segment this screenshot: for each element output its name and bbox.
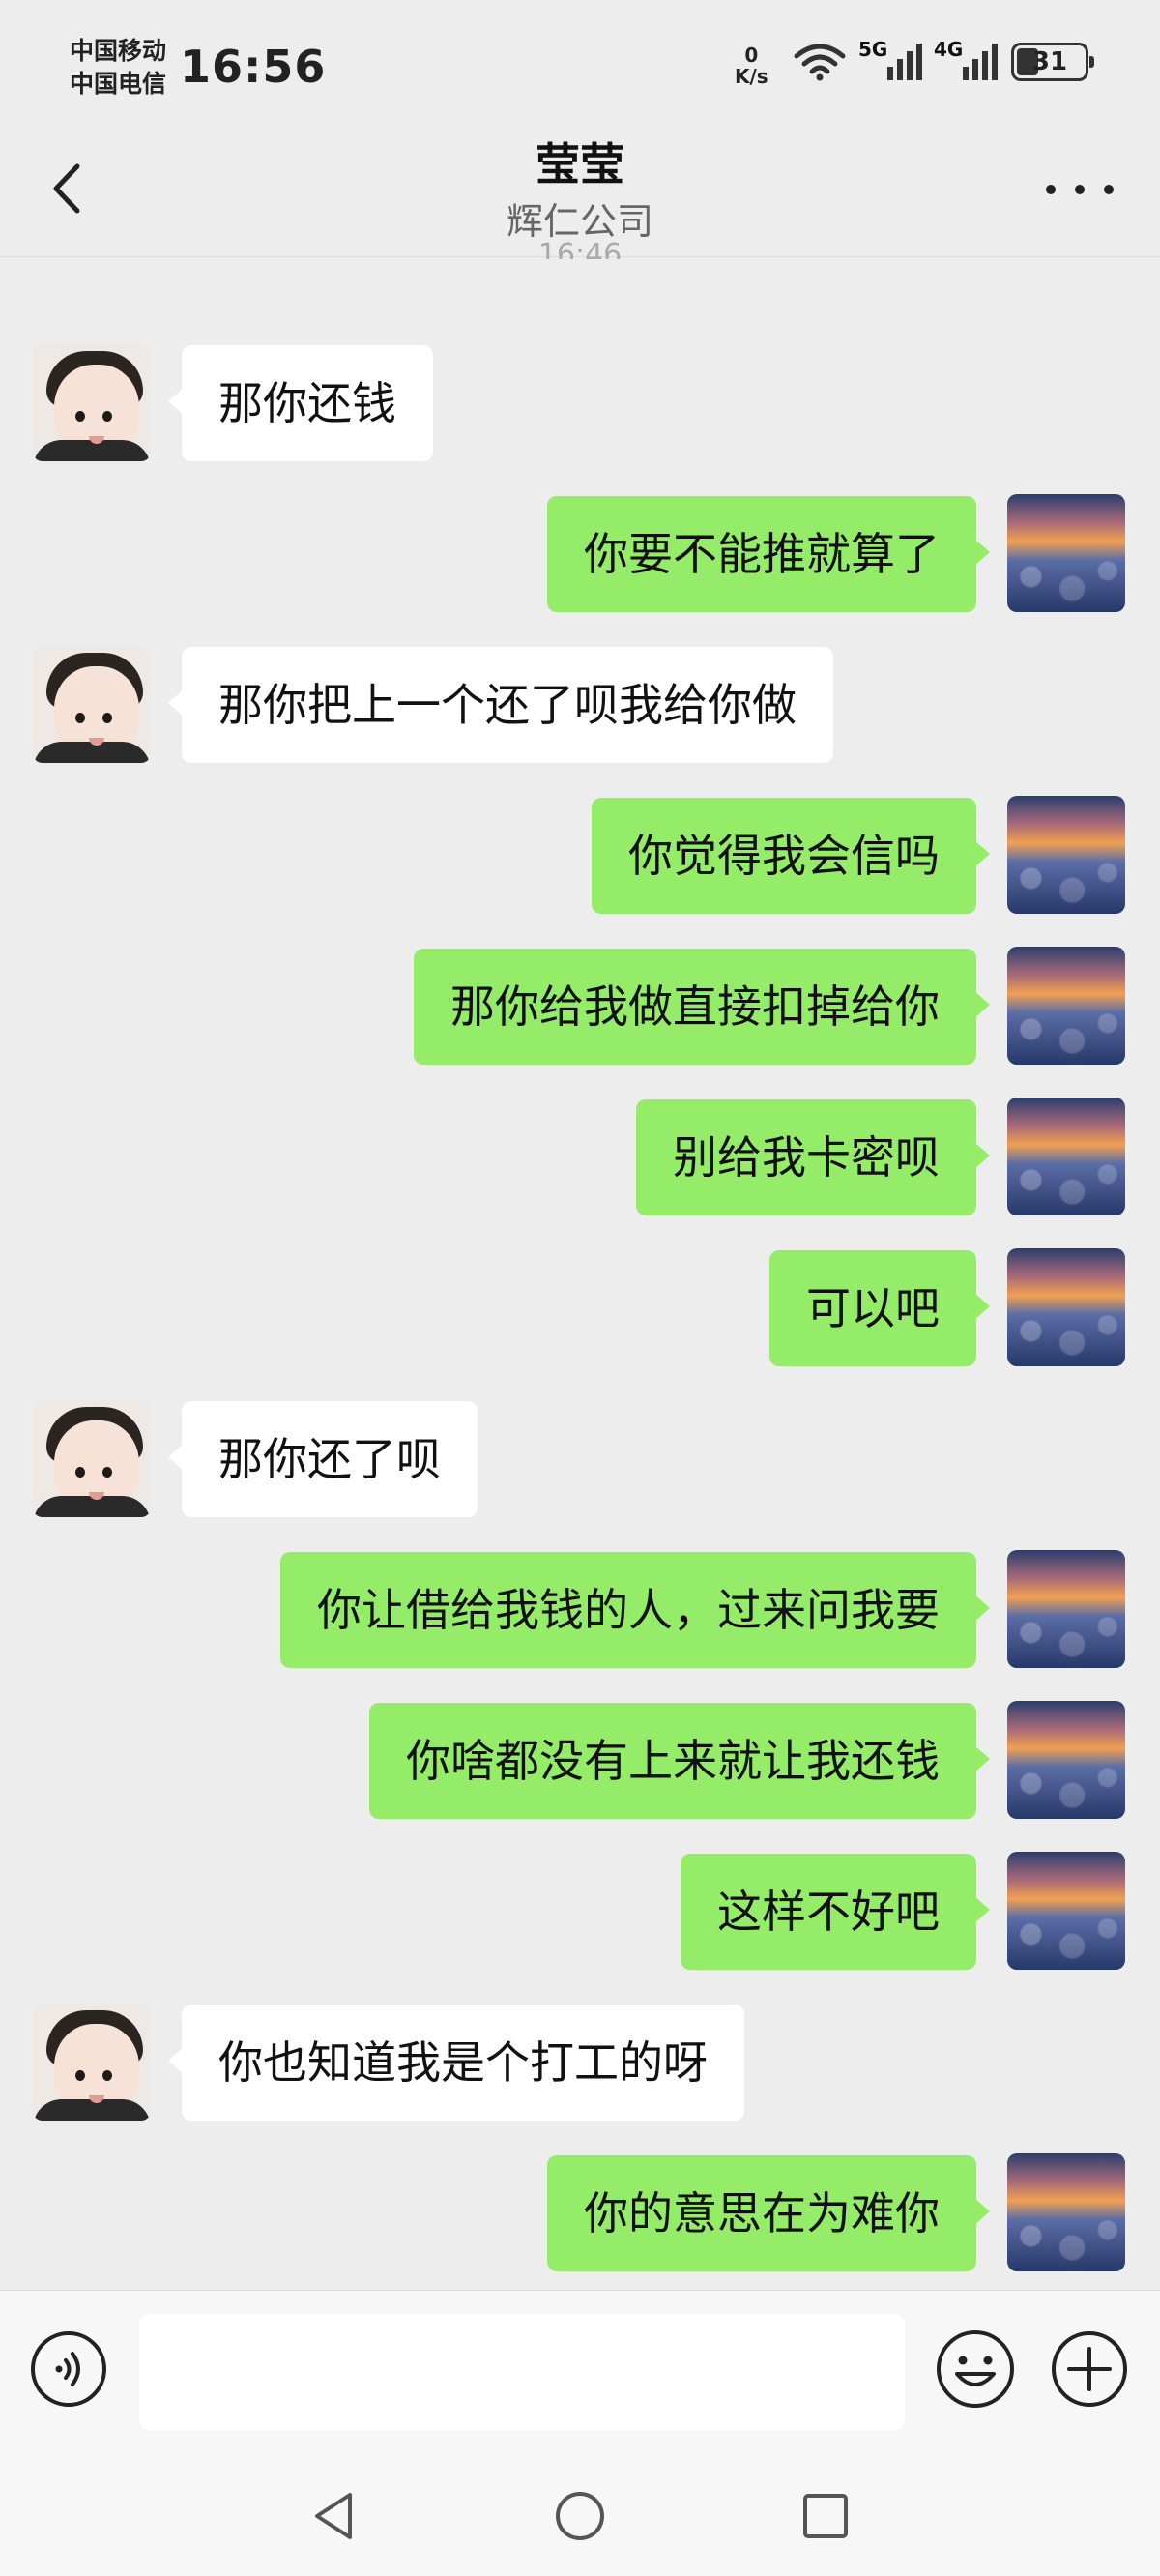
contact-avatar[interactable]: [33, 645, 151, 763]
carrier-1-label: 中国移动: [70, 37, 167, 65]
home-circle-icon[interactable]: [551, 2487, 609, 2545]
contact-avatar[interactable]: [33, 2003, 151, 2121]
message-bubble[interactable]: 这样不好吧: [681, 1854, 990, 1970]
more-icon[interactable]: [1046, 161, 1114, 219]
signal-4g-icon: 4G: [934, 38, 998, 80]
contact-avatar[interactable]: [33, 1399, 151, 1517]
incoming-message: 那你还钱: [0, 343, 1160, 463]
outgoing-message: 你啥都没有上来就让我还钱: [0, 1701, 1160, 1821]
message-bubble[interactable]: 那你还钱: [168, 345, 433, 461]
network-speed-value: 0: [744, 44, 759, 67]
signal-4g-label: 4G: [934, 38, 964, 61]
incoming-message: 那你还了呗: [0, 1399, 1160, 1519]
network-speed: 0 K/s: [735, 44, 768, 87]
my-avatar[interactable]: [1007, 494, 1125, 612]
my-avatar[interactable]: [1007, 1701, 1125, 1819]
my-avatar[interactable]: [1007, 947, 1125, 1065]
message-bubble[interactable]: 那你把上一个还了呗我给你做: [168, 647, 833, 763]
status-clock: 16:56: [180, 41, 327, 93]
my-avatar[interactable]: [1007, 1852, 1125, 1970]
outgoing-message: 别给我卡密呗: [0, 1098, 1160, 1217]
outgoing-message: 你要不能推就算了: [0, 494, 1160, 614]
emoji-icon[interactable]: [934, 2327, 1017, 2411]
my-avatar[interactable]: [1007, 1098, 1125, 1215]
signal-5g-icon: 5G: [858, 38, 922, 80]
outgoing-message: 可以吧: [0, 1248, 1160, 1368]
status-bar: 中国移动 中国电信 16:56 0 K/s 5G 4G 31: [0, 0, 1160, 135]
message-bubble[interactable]: 那你给我做直接扣掉给你: [414, 949, 990, 1065]
outgoing-message: 你觉得我会信吗: [0, 796, 1160, 916]
my-avatar[interactable]: [1007, 796, 1125, 914]
outgoing-message: 这样不好吧: [0, 1852, 1160, 1972]
plus-icon[interactable]: [1050, 2329, 1129, 2409]
incoming-message: 那你把上一个还了呗我给你做: [0, 645, 1160, 765]
message-bubble[interactable]: 你觉得我会信吗: [592, 798, 990, 914]
message-input[interactable]: [139, 2314, 905, 2430]
message-bubble[interactable]: 你让借给我钱的人，过来问我要: [280, 1552, 990, 1668]
system-nav-bar: [0, 2446, 1160, 2576]
wifi-icon: [794, 44, 846, 81]
carrier-info: 中国移动 中国电信: [70, 35, 166, 101]
outgoing-message: 你的意思在为难你: [0, 2153, 1160, 2273]
message-bubble[interactable]: 那你还了呗: [168, 1401, 478, 1517]
contact-avatar[interactable]: [33, 343, 151, 461]
recents-square-icon[interactable]: [797, 2487, 855, 2545]
chat-title: 莹莹: [536, 138, 624, 190]
my-avatar[interactable]: [1007, 1248, 1125, 1366]
chat-subtitle: 辉仁公司: [506, 200, 653, 243]
voice-icon[interactable]: [29, 2329, 108, 2409]
outgoing-message: 你让借给我钱的人，过来问我要: [0, 1550, 1160, 1670]
input-bar: [0, 2290, 1160, 2446]
message-bubble[interactable]: 你也知道我是个打工的呀: [168, 2005, 744, 2121]
battery-level: 31: [1031, 47, 1068, 76]
message-bubble[interactable]: 你要不能推就算了: [547, 496, 990, 612]
message-timestamp: 16:46: [537, 238, 623, 259]
signal-5g-label: 5G: [858, 38, 888, 61]
message-bubble[interactable]: 可以吧: [769, 1250, 990, 1366]
battery-icon: 31: [1011, 43, 1094, 81]
outgoing-message: 那你给我做直接扣掉给你: [0, 947, 1160, 1067]
incoming-message: 你也知道我是个打工的呀: [0, 2003, 1160, 2122]
network-speed-unit: K/s: [735, 65, 768, 88]
back-triangle-icon[interactable]: [305, 2487, 363, 2545]
my-avatar[interactable]: [1007, 1550, 1125, 1668]
message-bubble[interactable]: 别给我卡密呗: [636, 1099, 990, 1215]
carrier-2-label: 中国电信: [70, 70, 167, 98]
message-bubble[interactable]: 你的意思在为难你: [547, 2155, 990, 2271]
my-avatar[interactable]: [1007, 2153, 1125, 2271]
message-list[interactable]: 那你还钱 你要不能推就算了那你把上一个还了呗我给你做你觉得我会信吗那你给我做直接扣…: [0, 258, 1160, 2289]
message-bubble[interactable]: 你啥都没有上来就让我还钱: [369, 1703, 990, 1819]
